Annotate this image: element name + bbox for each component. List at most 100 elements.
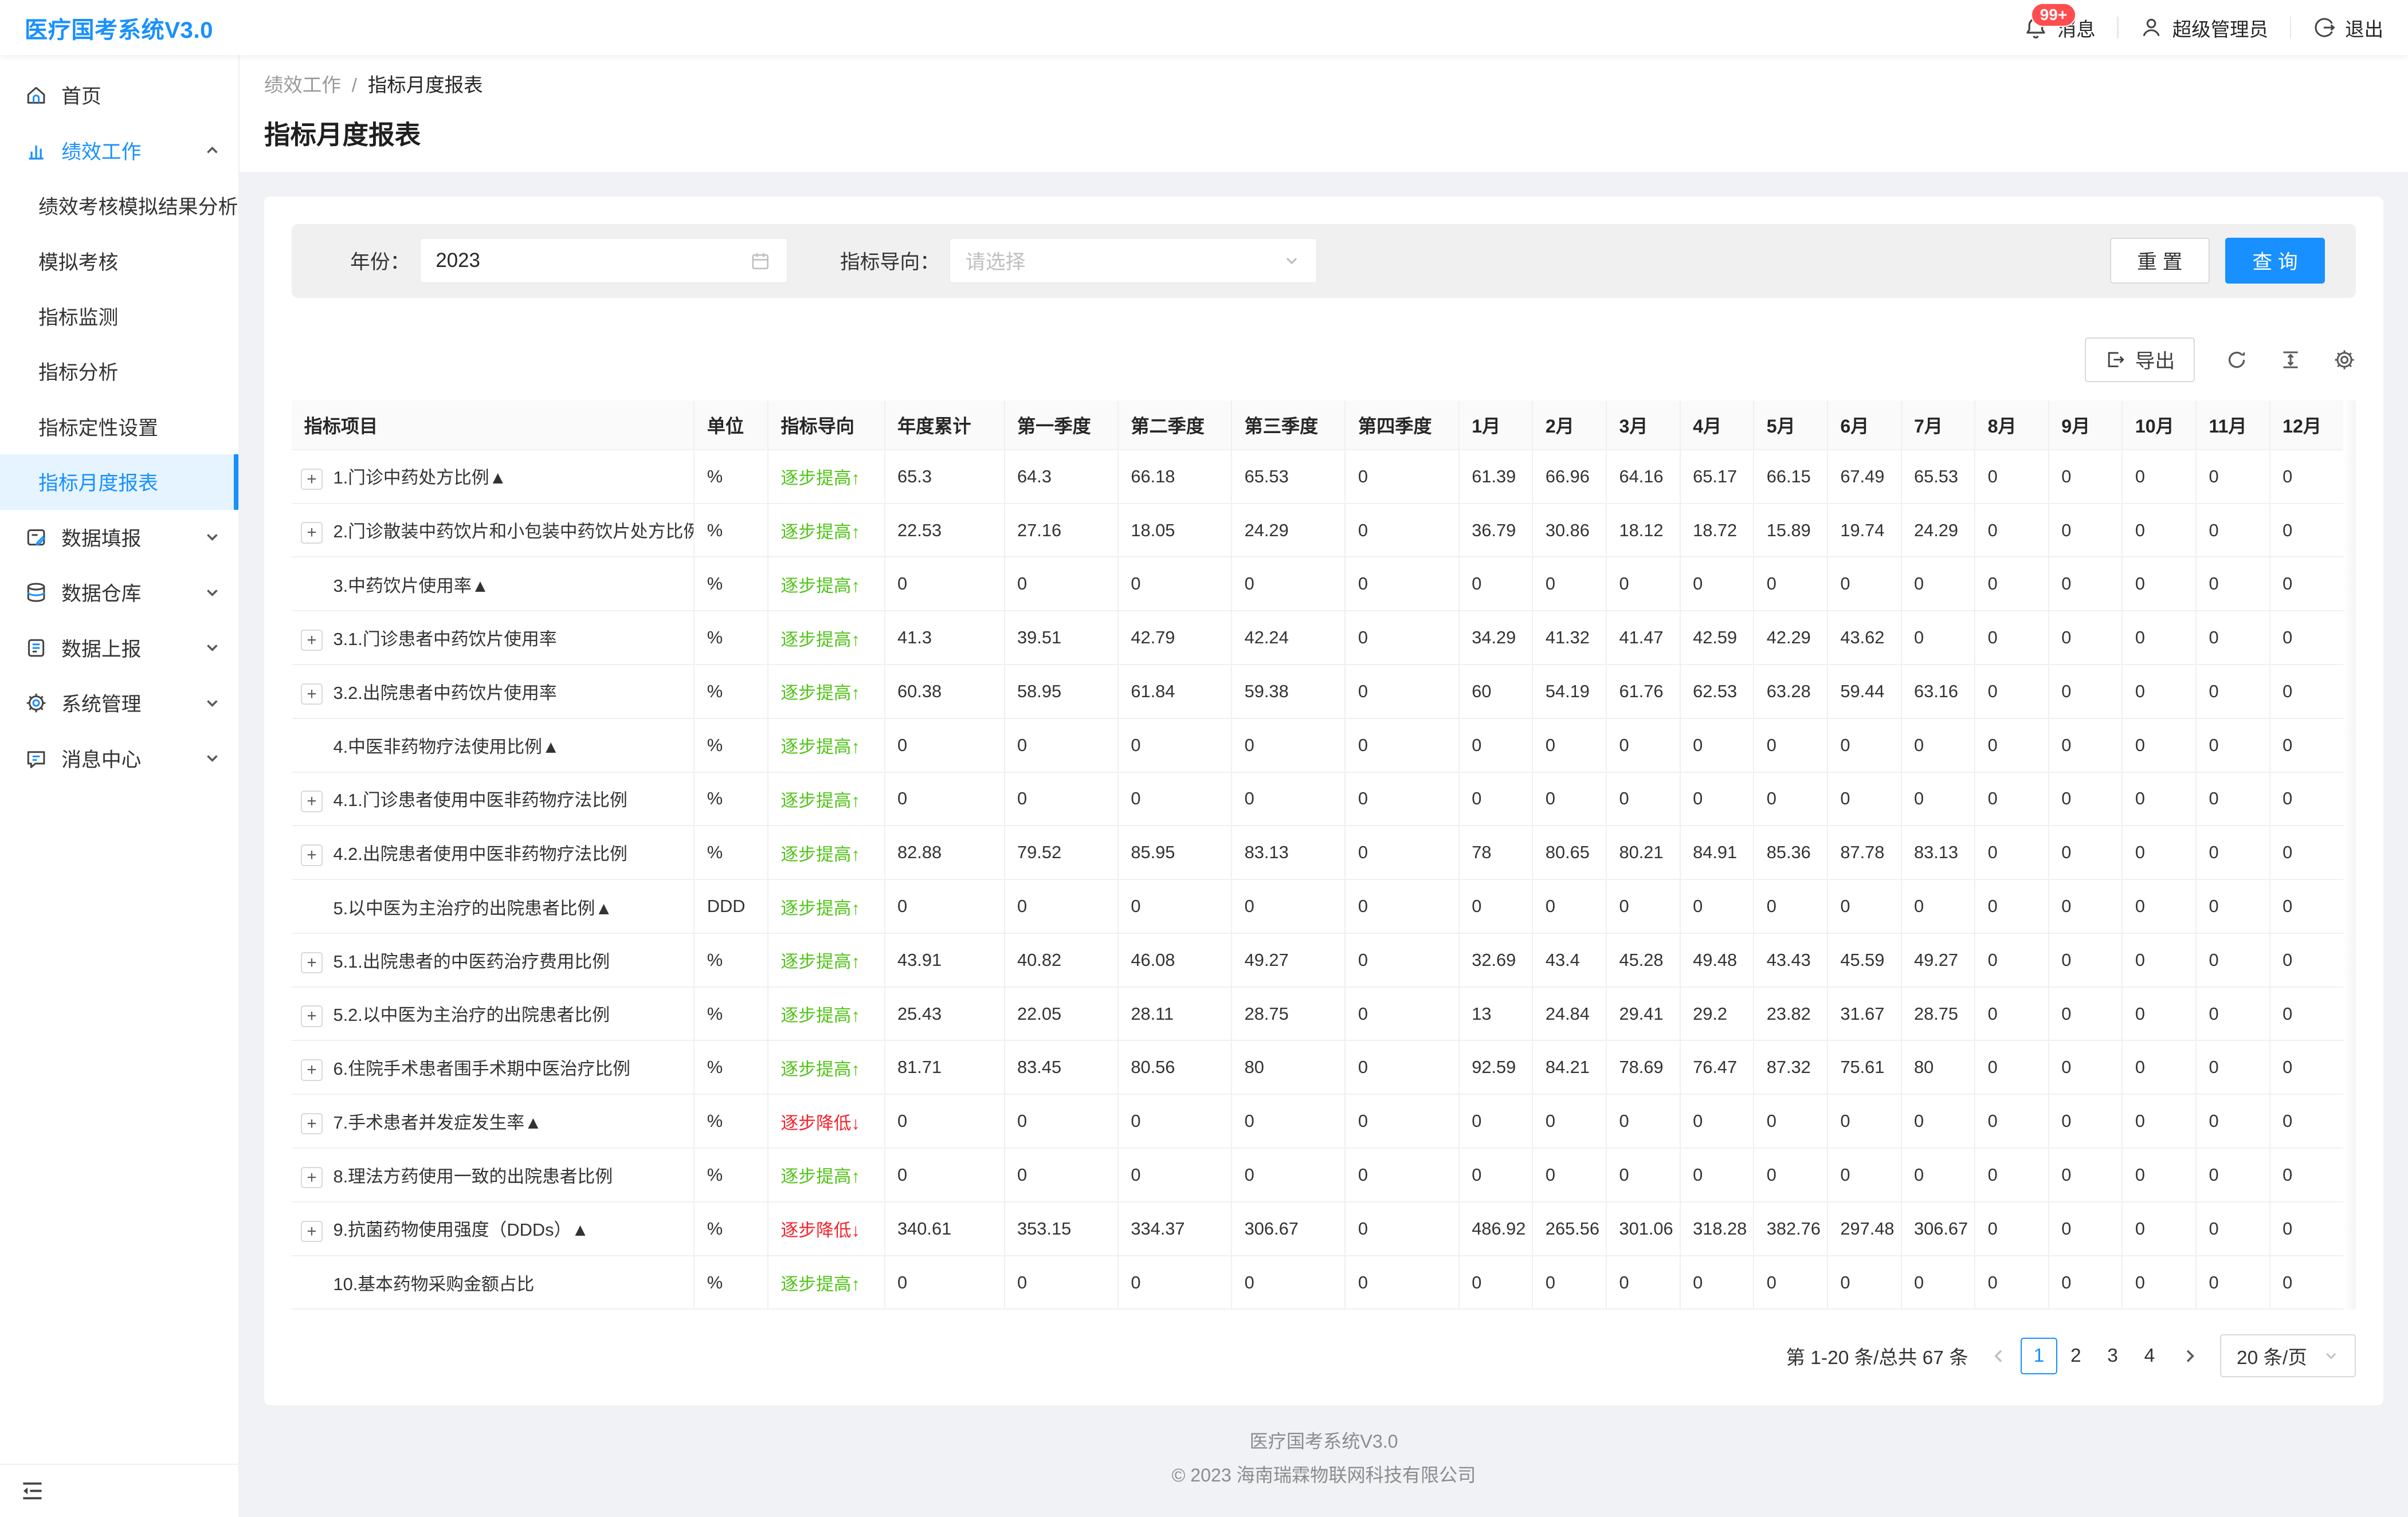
page-number-button[interactable]: 4 [2131,1338,2168,1374]
month-cell: 78 [1459,826,1533,879]
month-cell: 0 [1532,879,1606,933]
month-cell: 0 [1459,772,1533,826]
month-cell: 76.47 [1680,1040,1754,1094]
expand-row-button[interactable]: + [301,1005,323,1027]
sidebar-item-message-center[interactable]: 消息中心 [0,731,238,786]
expand-row-button[interactable]: + [301,1059,323,1081]
month-cell: 0 [1827,879,1901,933]
sidebar-item-system-management[interactable]: 系统管理 [0,675,238,730]
collapse-sidebar-icon[interactable] [20,1479,45,1503]
quarter-cell: 28.75 [1232,987,1345,1041]
expand-row-button[interactable]: + [301,952,323,974]
quarter-cell: 0 [1345,611,1458,665]
sidebar-item-simulation-result-analysis[interactable]: 绩效考核模拟结果分析 [0,178,238,233]
expand-row-button[interactable]: + [301,469,323,490]
sidebar-item-performance[interactable]: 绩效工作 [0,123,238,178]
main-area: 绩效工作/指标月度报表 指标月度报表 年份： 2023 [240,55,2408,1516]
sidebar-subitem-label: 指标月度报表 [38,467,158,496]
app-root: 医疗国考系统V3.0 99+ 消息 超级管理员 [0,0,2408,1517]
month-cell: 0 [1754,772,1827,826]
expand-row-button[interactable]: + [301,522,323,544]
month-cell: 0 [1975,879,2049,933]
year-input[interactable]: 2023 [419,238,788,284]
month-cell: 0 [2049,879,2123,933]
sidebar-item-indicator-monitoring[interactable]: 指标监测 [0,289,238,344]
annual-total-cell: 0 [885,1094,1005,1148]
month-cell: 0 [1827,718,1901,772]
export-button[interactable]: 导出 [2085,337,2195,382]
month-cell: 54.19 [1532,665,1606,718]
unit-cell: % [694,450,768,504]
month-cell: 0 [1680,879,1754,933]
prev-page-button[interactable] [1990,1347,2008,1365]
user-menu[interactable]: 超级管理员 [2140,14,2268,42]
chevron-down-icon [2323,1347,2339,1364]
month-cell: 0 [2270,450,2344,504]
month-cell: 0 [2270,1094,2344,1148]
search-button[interactable]: 查 询 [2225,238,2325,284]
quarter-cell: 0 [1005,879,1118,933]
indicator-name: 3.1.门诊患者中药饮片使用率 [334,629,557,649]
row-height-icon[interactable] [2279,348,2302,371]
logout-button[interactable]: 退出 [2313,14,2383,42]
quarter-cell: 334.37 [1118,1202,1232,1256]
indicator-name: 10.基本药物采购金额占比 [334,1274,535,1294]
expand-row-button[interactable]: + [301,791,323,812]
sidebar-footer [0,1464,238,1517]
reset-button[interactable]: 重 置 [2110,238,2210,284]
unit-cell: % [694,1256,768,1310]
month-cell: 0 [1754,718,1827,772]
sidebar-item-mock-assessment[interactable]: 模拟考核 [0,233,238,288]
month-cell: 297.48 [1827,1202,1901,1256]
orientation-cell: 逐步提高↑ [768,450,885,504]
indicator-name: 3.中药饮片使用率▲ [334,576,489,596]
messages-button[interactable]: 99+ 消息 [2023,14,2096,42]
sidebar-item-data-entry[interactable]: 数据填报 [0,510,238,565]
month-cell: 0 [1680,1256,1754,1310]
month-cell: 49.48 [1680,933,1754,987]
page-number-button[interactable]: 1 [2021,1338,2057,1374]
sidebar-item-indicator-qualitative-settings[interactable]: 指标定性设置 [0,399,238,454]
expand-row-button[interactable]: + [301,844,323,866]
quarter-cell: 0 [1118,772,1232,826]
month-cell: 41.47 [1606,611,1680,665]
sidebar-item-home[interactable]: 首页 [0,68,238,123]
settings-gear-icon[interactable] [2333,348,2356,371]
month-cell: 0 [1680,557,1754,611]
month-cell: 0 [1532,772,1606,826]
sidebar-item-indicator-monthly-report[interactable]: 指标月度报表 [0,454,238,509]
orientation-placeholder: 请选择 [966,246,1026,275]
page-number-button[interactable]: 3 [2094,1338,2131,1374]
quarter-cell: 0 [1345,879,1458,933]
sidebar-item-data-reporting[interactable]: 数据上报 [0,620,238,675]
next-page-button[interactable] [2180,1347,2199,1365]
annual-total-cell: 0 [885,1256,1005,1310]
column-header: 11月 [2196,400,2270,450]
breadcrumb-parent[interactable]: 绩效工作 [264,75,341,96]
expand-row-button[interactable]: + [301,1221,323,1243]
expand-row-button[interactable]: + [301,1113,323,1135]
quarter-cell: 58.95 [1005,665,1118,718]
month-cell: 42.59 [1680,611,1754,665]
month-cell: 0 [1680,1148,1754,1202]
column-header: 1月 [1459,400,1533,450]
refresh-icon[interactable] [2225,348,2248,371]
expand-row-button[interactable]: + [301,683,323,705]
month-cell: 29.2 [1680,987,1754,1041]
page-size-select[interactable]: 20 条/页 [2220,1334,2356,1377]
sidebar-item-data-warehouse[interactable]: 数据仓库 [0,565,238,620]
sidebar-item-indicator-analysis[interactable]: 指标分析 [0,344,238,399]
orientation-select[interactable]: 请选择 [949,238,1317,284]
page-number-button[interactable]: 2 [2057,1338,2094,1374]
month-cell: 0 [2049,1094,2123,1148]
header-divider [2117,17,2119,38]
month-cell: 0 [2270,611,2344,665]
filter-bar: 年份： 2023 指标导向： 请选择 [292,224,2356,298]
quarter-cell: 0 [1005,557,1118,611]
quarter-cell: 0 [1232,772,1345,826]
month-cell: 84.21 [1532,1040,1606,1094]
expand-row-button[interactable]: + [301,630,323,651]
month-cell: 0 [2049,987,2123,1041]
expand-row-button[interactable]: + [301,1167,323,1189]
sidebar-item-label: 数据填报 [61,523,191,552]
